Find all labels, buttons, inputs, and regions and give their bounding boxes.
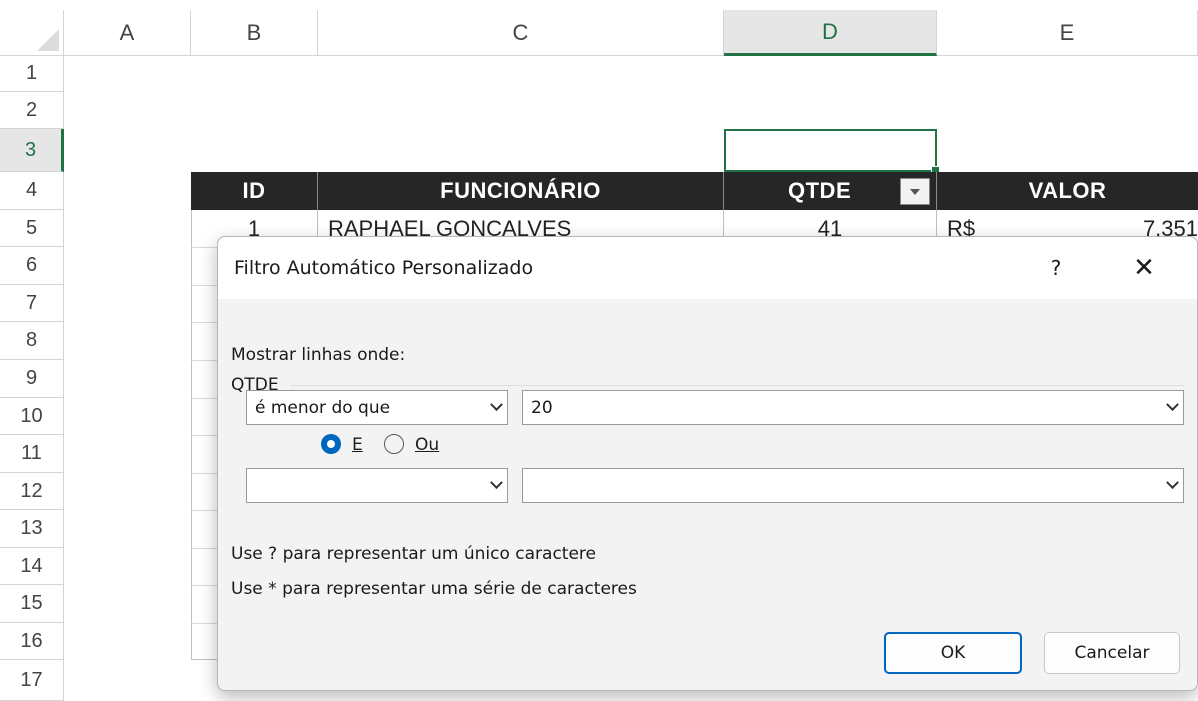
row-header-8[interactable]: 8 — [0, 322, 64, 360]
row-header-2[interactable]: 2 — [0, 92, 64, 129]
column-header-a[interactable]: A — [64, 10, 191, 56]
row-header-12[interactable]: 12 — [0, 473, 64, 510]
custom-autofilter-dialog: Filtro Automático Personalizado ? ✕ Most… — [217, 236, 1198, 691]
operator1-select[interactable]: é menor do que — [246, 390, 508, 425]
dialog-title: Filtro Automático Personalizado — [234, 257, 534, 279]
cancel-button[interactable]: Cancelar — [1044, 632, 1180, 674]
table-header-valor[interactable]: VALOR — [937, 172, 1198, 210]
or-radio-label[interactable]: Ou — [415, 435, 439, 455]
row-header-9[interactable]: 9 — [0, 360, 64, 398]
chevron-down-icon — [489, 400, 503, 414]
filter-dropdown-icon[interactable] — [900, 178, 930, 205]
dialog-titlebar[interactable]: Filtro Automático Personalizado ? ✕ — [218, 237, 1197, 299]
selected-cell-d3[interactable] — [724, 129, 940, 175]
close-icon[interactable]: ✕ — [1124, 251, 1164, 285]
row-header-1[interactable]: 1 — [0, 56, 64, 92]
row-header-10[interactable]: 10 — [0, 398, 64, 435]
row-header-15[interactable]: 15 — [0, 585, 64, 623]
row-header-6[interactable]: 6 — [0, 247, 64, 285]
row-header-4[interactable]: 4 — [0, 172, 64, 210]
value2-combobox[interactable] — [522, 468, 1184, 503]
column-header-d[interactable]: D — [724, 10, 937, 56]
show-rows-label: Mostrar linhas onde: — [231, 345, 406, 365]
select-all-corner[interactable] — [0, 10, 64, 56]
value1-combobox[interactable]: 20 — [522, 390, 1184, 425]
row-header-14[interactable]: 14 — [0, 548, 64, 585]
and-radio-label[interactable]: E — [352, 435, 363, 455]
or-radio[interactable] — [384, 434, 404, 454]
column-header-e[interactable]: E — [937, 10, 1198, 56]
table-header-funcionario[interactable]: FUNCIONÁRIO — [318, 172, 724, 210]
chevron-down-icon — [1165, 400, 1179, 414]
table-header-id[interactable]: ID — [191, 172, 318, 210]
column-header-b[interactable]: B — [191, 10, 318, 56]
row-header-5[interactable]: 5 — [0, 210, 64, 247]
row-header-11[interactable]: 11 — [0, 435, 64, 473]
value1-text: 20 — [531, 397, 553, 418]
row-header-7[interactable]: 7 — [0, 285, 64, 322]
ok-button[interactable]: OK — [884, 632, 1022, 674]
ribbon-edge — [0, 0, 1198, 10]
row-header-3[interactable]: 3 — [0, 129, 64, 172]
row-header-16[interactable]: 16 — [0, 623, 64, 660]
hint-multi-char: Use * para representar uma série de cara… — [231, 579, 637, 599]
field-separator — [290, 385, 1184, 386]
column-header-c[interactable]: C — [318, 10, 724, 56]
row-header-13[interactable]: 13 — [0, 510, 64, 548]
operator2-select[interactable] — [246, 468, 508, 503]
chevron-down-icon — [489, 478, 503, 492]
row-header-17[interactable]: 17 — [0, 660, 64, 701]
chevron-down-icon — [1165, 478, 1179, 492]
and-radio[interactable] — [321, 434, 341, 454]
help-button[interactable]: ? — [1038, 251, 1074, 285]
operator1-value: é menor do que — [255, 397, 391, 418]
hint-single-char: Use ? para representar um único caracter… — [231, 544, 596, 564]
table-header-qtde-label: QTDE — [788, 178, 852, 203]
